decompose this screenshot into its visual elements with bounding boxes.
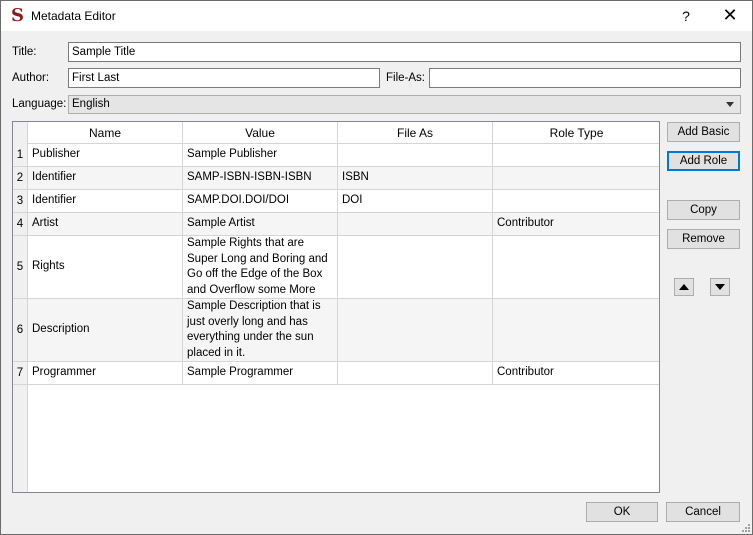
cell-name[interactable]: Identifier — [28, 190, 183, 212]
cancel-button[interactable]: Cancel — [666, 502, 740, 522]
add-role-button[interactable]: Add Role — [667, 151, 740, 171]
resize-grip-icon[interactable] — [741, 523, 751, 533]
close-button[interactable]: ✕ — [709, 2, 751, 30]
cell-file-as[interactable]: DOI — [338, 190, 493, 212]
title-bar: S Metadata Editor ? ✕ — [1, 1, 752, 31]
arrow-up-icon — [679, 284, 689, 290]
cell-name[interactable]: Artist — [28, 213, 183, 235]
cell-value[interactable]: Sample Description that is just overly l… — [183, 299, 338, 361]
cell-name[interactable]: Programmer — [28, 362, 183, 384]
metadata-table[interactable]: Name Value File As Role Type 1 Publisher… — [12, 121, 660, 493]
cell-name[interactable]: Publisher — [28, 144, 183, 166]
row-number: 1 — [13, 144, 28, 166]
column-header-value[interactable]: Value — [183, 122, 338, 144]
cell-file-as[interactable] — [338, 362, 493, 384]
remove-button[interactable]: Remove — [667, 229, 740, 249]
table-row[interactable]: 7 Programmer Sample Programmer Contribut… — [13, 362, 659, 385]
row-number: 7 — [13, 362, 28, 384]
ok-button[interactable]: OK — [586, 502, 658, 522]
language-label: Language: — [12, 98, 67, 110]
cell-value[interactable]: Sample Publisher — [183, 144, 338, 166]
table-row[interactable]: 2 Identifier SAMP-ISBN-ISBN-ISBN ISBN — [13, 167, 659, 190]
cell-role-type[interactable]: Contributor — [493, 213, 659, 235]
cell-role-type[interactable] — [493, 167, 659, 189]
column-header-role-type[interactable]: Role Type — [493, 122, 659, 144]
cell-value[interactable]: SAMP-ISBN-ISBN-ISBN — [183, 167, 338, 189]
arrow-down-icon — [715, 284, 725, 290]
row-number: 6 — [13, 299, 28, 361]
language-value: English — [72, 98, 110, 110]
language-select[interactable]: English — [68, 95, 741, 114]
cell-file-as[interactable]: ISBN — [338, 167, 493, 189]
cell-file-as[interactable] — [338, 213, 493, 235]
row-number: 2 — [13, 167, 28, 189]
table-row[interactable]: 4 Artist Sample Artist Contributor — [13, 213, 659, 236]
author-input[interactable]: First Last — [68, 68, 380, 88]
table-row[interactable]: 6 Description Sample Description that is… — [13, 299, 659, 362]
window-title: Metadata Editor — [31, 9, 116, 23]
sigil-app-icon: S — [11, 5, 24, 26]
cell-role-type[interactable]: Contributor — [493, 362, 659, 384]
title-input[interactable]: Sample Title — [68, 42, 741, 62]
chevron-down-icon — [726, 102, 734, 107]
cell-file-as[interactable] — [338, 299, 493, 361]
table-row[interactable]: 3 Identifier SAMP.DOI.DOI/DOI DOI — [13, 190, 659, 213]
cell-name[interactable]: Rights — [28, 236, 183, 298]
row-number: 5 — [13, 236, 28, 298]
author-label: Author: — [12, 72, 50, 84]
help-button[interactable]: ? — [669, 2, 703, 30]
cell-value[interactable]: Sample Artist — [183, 213, 338, 235]
table-row[interactable]: 1 Publisher Sample Publisher — [13, 144, 659, 167]
cell-file-as[interactable] — [338, 144, 493, 166]
cell-role-type[interactable] — [493, 190, 659, 212]
cell-name[interactable]: Description — [28, 299, 183, 361]
cell-value[interactable]: Sample Programmer — [183, 362, 338, 384]
copy-button[interactable]: Copy — [667, 200, 740, 220]
file-as-input[interactable] — [429, 68, 741, 88]
cell-file-as[interactable] — [338, 236, 493, 298]
cell-value[interactable]: SAMP.DOI.DOI/DOI — [183, 190, 338, 212]
column-header-name[interactable]: Name — [28, 122, 183, 144]
title-label: Title: — [12, 46, 37, 58]
row-number: 3 — [13, 190, 28, 212]
cell-role-type[interactable] — [493, 299, 659, 361]
column-header-file-as[interactable]: File As — [338, 122, 493, 144]
cell-name[interactable]: Identifier — [28, 167, 183, 189]
cell-role-type[interactable] — [493, 144, 659, 166]
file-as-label: File-As: — [386, 72, 425, 84]
move-down-button[interactable] — [710, 278, 730, 296]
table-header: Name Value File As Role Type — [28, 122, 659, 144]
cell-role-type[interactable] — [493, 236, 659, 298]
add-basic-button[interactable]: Add Basic — [667, 122, 740, 142]
cell-value[interactable]: Sample Rights that are Super Long and Bo… — [183, 236, 338, 298]
row-number: 4 — [13, 213, 28, 235]
table-row[interactable]: 5 Rights Sample Rights that are Super Lo… — [13, 236, 659, 299]
move-up-button[interactable] — [674, 278, 694, 296]
